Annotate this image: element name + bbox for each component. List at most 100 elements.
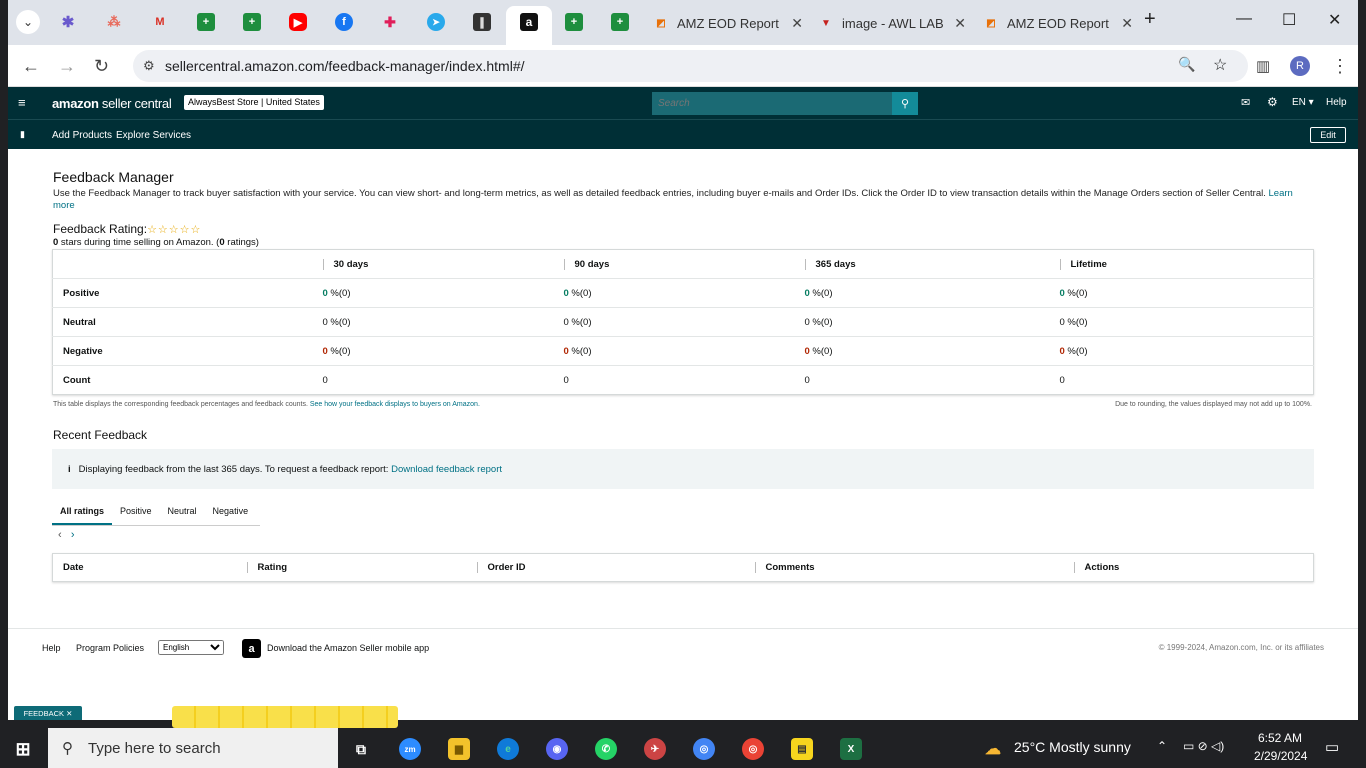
search-input[interactable] [652, 92, 892, 115]
clock-date[interactable]: 2/29/2024 [1254, 749, 1307, 763]
weather-text[interactable]: 25°C Mostly sunny [1014, 739, 1131, 755]
tab-positive[interactable]: Positive [112, 498, 160, 525]
close-icon[interactable]: ✕ [1121, 15, 1133, 32]
pinned-tab-icon[interactable]: ∥ [473, 13, 491, 31]
mail-icon[interactable]: ✉ [1241, 96, 1250, 109]
settings-gear-icon[interactable]: ⚙ [1267, 95, 1278, 109]
omnibox[interactable]: ⚙ sellercentral.amazon.com/feedback-mana… [133, 50, 1248, 82]
description-text: Use the Feedback Manager to track buyer … [53, 188, 1266, 199]
percent-count: %(0) [1064, 316, 1088, 328]
zoom-icon[interactable]: 🔍 [1178, 56, 1195, 73]
forward-icon[interactable]: → [58, 56, 76, 77]
side-panel-icon[interactable]: ▥ [1256, 57, 1270, 75]
app-icon[interactable]: ✈ [644, 738, 666, 760]
bookmark-star-icon[interactable]: ☆ [1213, 55, 1227, 75]
feedback-rating-label: Feedback Rating: [53, 222, 148, 236]
slack-icon[interactable]: ✚ [381, 13, 399, 31]
percent-count: %(0) [809, 316, 833, 328]
youtube-icon[interactable]: ▶ [289, 13, 307, 31]
tray-chevron-icon[interactable]: ⌃ [1157, 739, 1167, 753]
tab-amz-eod-report-2[interactable]: ◩ AMZ EOD Report ✕ [983, 6, 1135, 40]
reload-icon[interactable]: ↻ [94, 56, 109, 77]
column-header-order-id[interactable]: Order ID [476, 562, 526, 573]
tab-amz-eod-report[interactable]: ◩ AMZ EOD Report ✕ [653, 6, 805, 40]
minimize-button[interactable]: — [1236, 10, 1252, 28]
close-window-button[interactable]: ✕ [1328, 10, 1341, 30]
table-header-row: 30 days 90 days 365 days Lifetime [53, 250, 1314, 279]
facebook-icon[interactable]: f [335, 13, 353, 31]
telegram-icon[interactable]: ➤ [427, 13, 445, 31]
close-icon[interactable]: ✕ [954, 15, 966, 32]
pinned-tab-icon[interactable]: ⁂ [105, 13, 123, 31]
seller-central-logo[interactable]: amazon seller central [52, 96, 172, 111]
chevron-left-icon[interactable]: ‹ [58, 529, 62, 541]
chevron-right-icon[interactable]: › [71, 529, 75, 541]
whatsapp-icon[interactable]: ✆ [595, 738, 617, 760]
help-link[interactable]: Help [1326, 97, 1347, 108]
footer-help-link[interactable]: Help [42, 643, 61, 653]
menu-kebab-icon[interactable]: ⋮ [1331, 56, 1349, 77]
footer-policies-link[interactable]: Program Policies [76, 643, 144, 653]
excel-icon[interactable]: X [840, 738, 862, 760]
edge-icon[interactable]: e [497, 738, 519, 760]
store-selector[interactable]: AlwaysBest Store | United States [184, 95, 324, 110]
column-header-date[interactable]: Date [53, 554, 237, 582]
sheets-icon[interactable]: + [611, 13, 629, 31]
language-selector[interactable]: EN ▾ [1292, 97, 1314, 108]
file-explorer-icon[interactable]: ▆ [448, 738, 470, 760]
pinned-tab-icon[interactable]: ✱ [59, 13, 77, 31]
taskbar-search[interactable]: ⚲ Type here to search [48, 728, 338, 768]
percent-count: %(0) [327, 287, 351, 299]
tray-icons[interactable]: ▭ ⊘ ◁) [1183, 739, 1224, 753]
copyright: © 1999-2024, Amazon.com, Inc. or its aff… [1158, 643, 1324, 652]
recent-feedback-title: Recent Feedback [53, 428, 148, 442]
task-view-icon[interactable]: ⧉ [350, 738, 372, 760]
tab-all-ratings[interactable]: All ratings [52, 498, 113, 525]
tab-negative[interactable]: Negative [205, 498, 257, 525]
new-tab-button[interactable]: + [1144, 8, 1156, 31]
back-icon[interactable]: ← [22, 56, 40, 77]
buyer-display-link[interactable]: See how your feedback displays to buyers… [310, 401, 480, 408]
chrome-icon[interactable]: ◎ [693, 738, 715, 760]
tab-label: AMZ EOD Report [677, 15, 779, 31]
language-select[interactable]: English [158, 640, 224, 655]
count-value: 0 [553, 365, 795, 395]
download-feedback-report-link[interactable]: Download feedback report [391, 464, 502, 475]
column-header-comments[interactable]: Comments [754, 562, 815, 573]
site-info-icon[interactable]: ⚙ [143, 58, 155, 74]
sheets-icon[interactable]: + [197, 13, 215, 31]
sheets-icon[interactable]: + [243, 13, 261, 31]
windows-start-icon[interactable]: ⊞ [12, 738, 34, 760]
tab-image-awl-lab[interactable]: ▼ image - AWL LAB ✕ [818, 6, 968, 40]
sticky-notes-icon[interactable]: ▤ [791, 738, 813, 760]
column-header-rating[interactable]: Rating [246, 562, 288, 573]
chrome-icon[interactable]: ◎ [742, 738, 764, 760]
nav-add-products[interactable]: Add Products [52, 130, 112, 141]
download-app-link[interactable]: Download the Amazon Seller mobile app [267, 643, 429, 653]
tab-label: image - AWL LAB [842, 15, 944, 31]
tab-neutral[interactable]: Neutral [160, 498, 205, 525]
count-value: 0 [794, 365, 1050, 395]
bookmark-icon[interactable]: ▮ [20, 129, 25, 140]
close-icon[interactable]: ✕ [791, 15, 803, 32]
edit-nav-button[interactable]: Edit [1310, 127, 1346, 143]
profile-avatar[interactable]: R [1290, 56, 1310, 76]
nav-explore-services[interactable]: Explore Services [116, 130, 191, 141]
column-header: 365 days [804, 258, 856, 270]
feedback-badge[interactable]: FEEDBACK ✕ [14, 706, 82, 720]
zoom-app-icon[interactable]: zm [399, 738, 421, 760]
rounding-note: Due to rounding, the values displayed ma… [1115, 401, 1312, 408]
amazon-app-icon[interactable]: a [242, 639, 261, 658]
percent-count: %(0) [327, 345, 351, 357]
url-text[interactable]: sellercentral.amazon.com/feedback-manage… [165, 58, 525, 74]
tab-search-button[interactable]: ⌄ [16, 10, 40, 34]
discord-icon[interactable]: ◉ [546, 738, 568, 760]
notification-icon[interactable]: ▭ [1325, 738, 1339, 756]
column-header-actions[interactable]: Actions [1073, 562, 1120, 573]
sheets-icon[interactable]: + [565, 13, 583, 31]
hamburger-icon[interactable]: ≡ [18, 95, 26, 110]
search-icon[interactable]: ⚲ [892, 92, 918, 115]
gmail-icon[interactable]: M [151, 13, 169, 31]
maximize-button[interactable]: ☐ [1282, 10, 1296, 30]
clock-time[interactable]: 6:52 AM [1258, 731, 1302, 745]
